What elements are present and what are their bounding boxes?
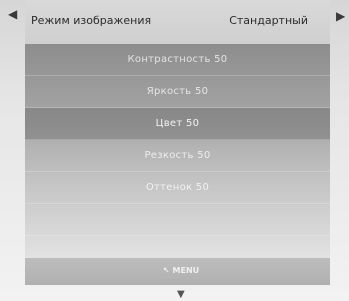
menu-item-contrast[interactable]: Контрастность 50: [25, 44, 330, 76]
menu-footer: ↖ MENU: [25, 258, 330, 285]
picture-mode-label: Режим изображения: [31, 14, 152, 27]
picture-mode-value: Стандартный: [229, 14, 308, 27]
menu-item-tint[interactable]: Оттенок 50: [25, 172, 330, 204]
menu-item-brightness[interactable]: Яркость 50: [25, 76, 330, 108]
back-arrow-icon: ↖: [162, 266, 170, 275]
menu-item-label: Резкость 50: [144, 150, 211, 161]
menu-item-sharpness[interactable]: Резкость 50: [25, 140, 330, 172]
left-arrow-icon[interactable]: ◀: [8, 8, 17, 20]
menu-item-empty: [25, 204, 330, 236]
picture-settings-panel: Режим изображения Стандартный Контрастно…: [25, 0, 330, 285]
settings-menu: Контрастность 50 Яркость 50 Цвет 50 Резк…: [25, 44, 330, 258]
menu-item-label: Яркость 50: [146, 86, 209, 97]
menu-button-label: MENU: [172, 266, 200, 275]
menu-item-label: Оттенок 50: [145, 182, 210, 193]
right-arrow-icon[interactable]: ▶: [336, 10, 345, 22]
menu-item-label: Цвет 50: [155, 118, 200, 129]
down-arrow-icon[interactable]: ▼: [177, 290, 185, 300]
picture-mode-row[interactable]: Режим изображения Стандартный: [25, 0, 330, 44]
menu-button[interactable]: ↖ MENU: [153, 266, 209, 278]
menu-item-color[interactable]: Цвет 50: [25, 108, 330, 140]
menu-item-label: Контрастность 50: [127, 54, 228, 65]
